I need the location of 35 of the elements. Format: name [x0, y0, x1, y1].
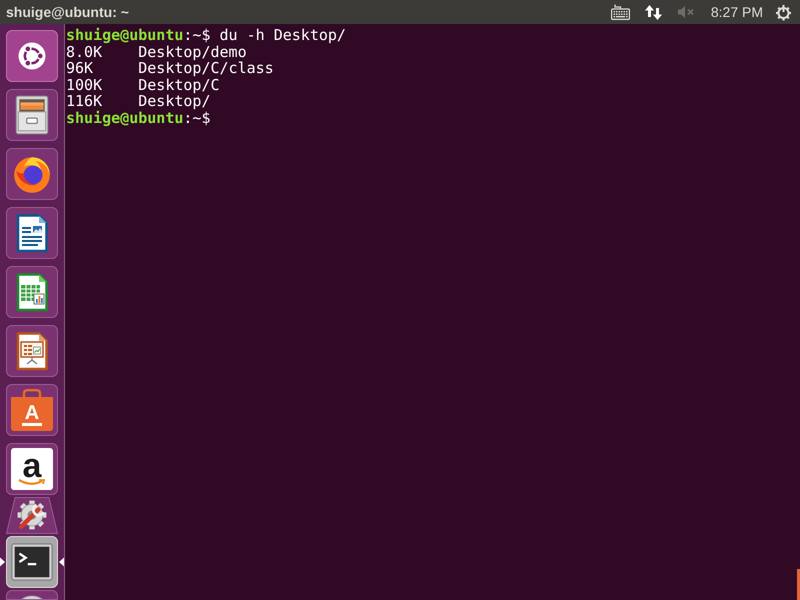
window-title: shuige@ubuntu: ~: [5, 3, 129, 22]
clock[interactable]: 8:27 PM: [710, 0, 763, 24]
launcher-button[interactable]: [6, 30, 58, 82]
prompt-user-host: shuige@ubuntu: [66, 27, 184, 44]
launcher-button[interactable]: [6, 497, 58, 534]
launcher-button[interactable]: [6, 266, 58, 318]
launcher-button[interactable]: [6, 89, 58, 141]
bag-letter: A: [22, 402, 42, 426]
prompt-user-host: shuige@ubuntu: [66, 110, 184, 127]
launcher-button[interactable]: [6, 590, 58, 600]
output-size: 8.0K: [66, 44, 102, 60]
output-size: 116K: [66, 93, 102, 110]
bag-handle-icon: [21, 389, 43, 397]
launcher-button[interactable]: [6, 148, 58, 200]
smile-arrow-icon: [18, 478, 46, 486]
prompt-path: :~$: [183, 110, 210, 127]
output-size: 96K: [66, 60, 94, 77]
gear-wrench-icon: [6, 497, 58, 534]
output-path: Desktop/demo: [138, 44, 247, 60]
launcher-button[interactable]: a: [6, 443, 58, 495]
logo-letter: a: [22, 452, 42, 478]
prompt-path: :~$: [183, 27, 210, 44]
keyboard-icon[interactable]: [610, 4, 630, 20]
up-down-arrows-icon[interactable]: [644, 4, 662, 20]
circle-logo-icon: [17, 41, 47, 71]
power-icon[interactable]: [775, 4, 792, 20]
scrollbar-indicator: [797, 569, 800, 600]
output-path: Desktop/C/class: [138, 60, 274, 77]
command-text: du -h Desktop/: [220, 27, 346, 44]
launcher-button[interactable]: [6, 207, 58, 259]
launcher-button[interactable]: [6, 325, 58, 377]
terminal-icon: [11, 543, 53, 581]
output-path: Desktop/C: [138, 76, 220, 94]
output-size: 100K: [66, 76, 102, 94]
output-path: Desktop/: [138, 93, 210, 110]
